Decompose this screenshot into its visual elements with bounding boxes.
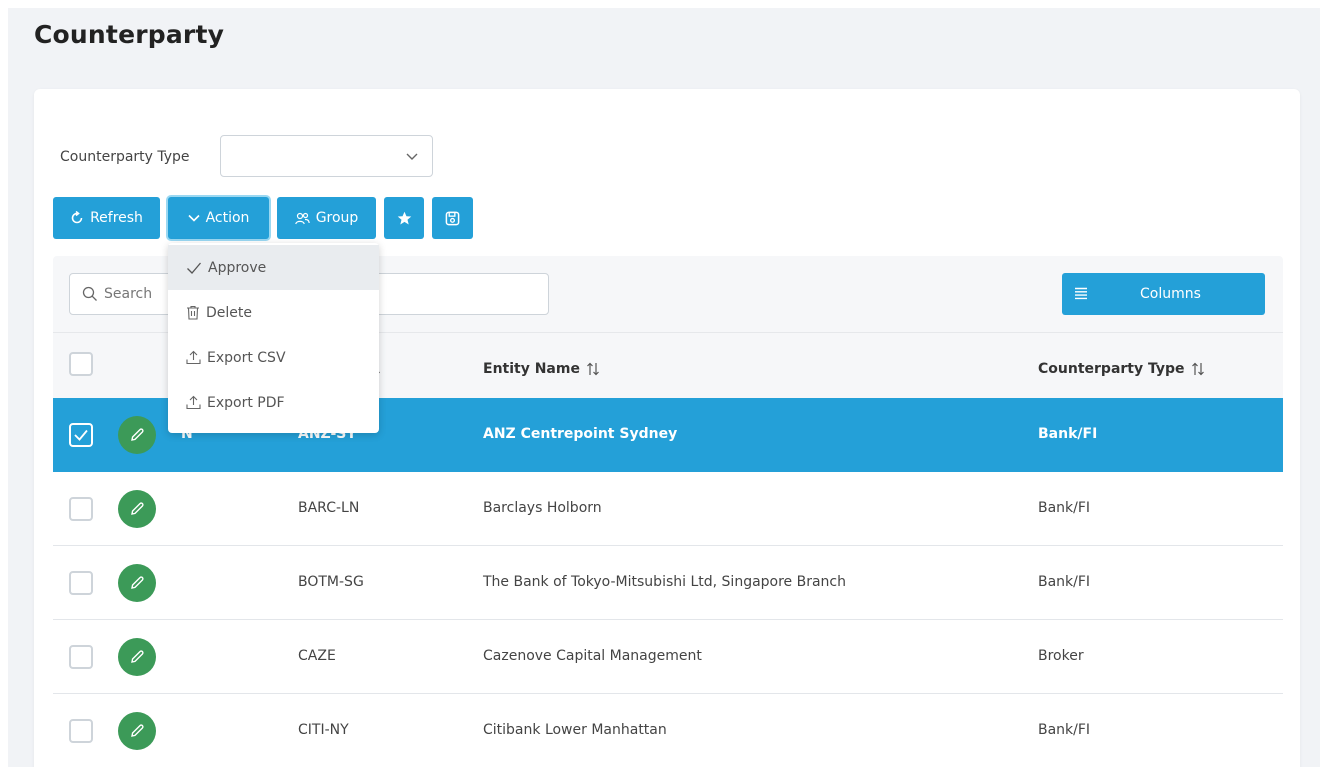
row-counterparty-type: Broker	[1038, 648, 1084, 664]
chevron-down-icon	[406, 153, 418, 160]
save-icon	[445, 211, 460, 225]
row-code: BOTM-SG	[298, 574, 364, 590]
action-label: Action	[205, 210, 250, 226]
edit-button[interactable]	[118, 564, 156, 602]
row-checkbox[interactable]	[69, 571, 93, 595]
check-icon	[74, 429, 88, 441]
pencil-icon	[131, 576, 144, 589]
pencil-icon	[131, 650, 144, 663]
sort-icon	[1191, 362, 1204, 376]
row-counterparty-type: Bank/FI	[1038, 574, 1091, 590]
pencil-icon	[131, 502, 144, 515]
row-counterparty-type: Bank/FI	[1038, 500, 1091, 516]
table-row[interactable]: CITI-NY Citibank Lower Manhattan Bank/FI	[53, 694, 1283, 767]
row-code: BARC-LN	[298, 500, 360, 516]
table-row[interactable]: BOTM-SG The Bank of Tokyo-Mitsubishi Ltd…	[53, 546, 1283, 620]
menu-item-label: Approve	[208, 259, 267, 276]
menu-item-delete[interactable]: Delete	[168, 290, 379, 335]
type-header-label: Counterparty Type	[1038, 361, 1185, 377]
upload-icon	[186, 350, 201, 365]
pencil-icon	[131, 428, 144, 441]
check-icon	[187, 262, 201, 274]
row-code: CAZE	[298, 648, 336, 664]
menu-item-label: Export CSV	[207, 349, 286, 366]
row-checkbox[interactable]	[69, 719, 93, 743]
entity-header-label: Entity Name	[483, 361, 580, 377]
edit-button[interactable]	[118, 638, 156, 676]
search-icon	[82, 286, 97, 301]
refresh-icon	[71, 211, 83, 224]
edit-button[interactable]	[118, 490, 156, 528]
row-counterparty-type: Bank/FI	[1038, 426, 1098, 442]
page-title: Counterparty	[34, 20, 225, 49]
select-all-checkbox[interactable]	[69, 352, 93, 376]
users-icon	[294, 212, 310, 224]
row-entity-name: The Bank of Tokyo-Mitsubishi Ltd, Singap…	[483, 574, 847, 590]
chevron-down-icon	[187, 214, 200, 222]
row-checkbox[interactable]	[69, 497, 93, 521]
action-button[interactable]: Action	[168, 197, 269, 239]
table-row[interactable]: BARC-LN Barclays Holborn Bank/FI	[53, 472, 1283, 546]
row-entity-name: Citibank Lower Manhattan	[483, 722, 667, 738]
entity-name-column-header[interactable]: Entity Name	[483, 361, 600, 377]
upload-icon	[186, 395, 201, 410]
counterparty-type-column-header[interactable]: Counterparty Type	[1038, 361, 1205, 377]
menu-item-label: Export PDF	[207, 394, 285, 411]
pencil-icon	[131, 724, 144, 737]
row-entity-name: ANZ Centrepoint Sydney	[483, 426, 678, 442]
list-icon	[1075, 287, 1087, 300]
row-counterparty-type: Bank/FI	[1038, 722, 1091, 738]
edit-button[interactable]	[118, 712, 156, 750]
group-label: Group	[315, 210, 359, 226]
group-button[interactable]: Group	[277, 197, 376, 239]
refresh-button[interactable]: Refresh	[53, 197, 160, 239]
trash-icon	[187, 305, 199, 320]
row-entity-name: Barclays Holborn	[483, 500, 602, 516]
columns-label: Columns	[1140, 286, 1201, 302]
star-icon	[397, 211, 411, 224]
menu-item-export-pdf[interactable]: Export PDF	[168, 380, 379, 425]
menu-item-export-csv[interactable]: Export CSV	[168, 335, 379, 380]
counterparty-type-select[interactable]	[220, 135, 433, 177]
refresh-label: Refresh	[90, 210, 143, 226]
counterparty-type-label: Counterparty Type	[60, 149, 190, 165]
favorite-button[interactable]	[384, 197, 424, 239]
row-entity-name: Cazenove Capital Management	[483, 648, 702, 664]
columns-button[interactable]: Columns	[1062, 273, 1265, 315]
row-checkbox[interactable]	[69, 423, 93, 447]
save-button[interactable]	[432, 197, 473, 239]
edit-button[interactable]	[118, 416, 156, 454]
action-menu: Approve Delete Export CSV Export PDF	[168, 243, 379, 433]
menu-item-label: Delete	[206, 304, 252, 321]
sort-icon	[587, 362, 599, 376]
menu-item-approve[interactable]: Approve	[168, 245, 379, 290]
row-checkbox[interactable]	[69, 645, 93, 669]
table-row[interactable]: CAZE Cazenove Capital Management Broker	[53, 620, 1283, 694]
row-code: CITI-NY	[298, 722, 349, 738]
